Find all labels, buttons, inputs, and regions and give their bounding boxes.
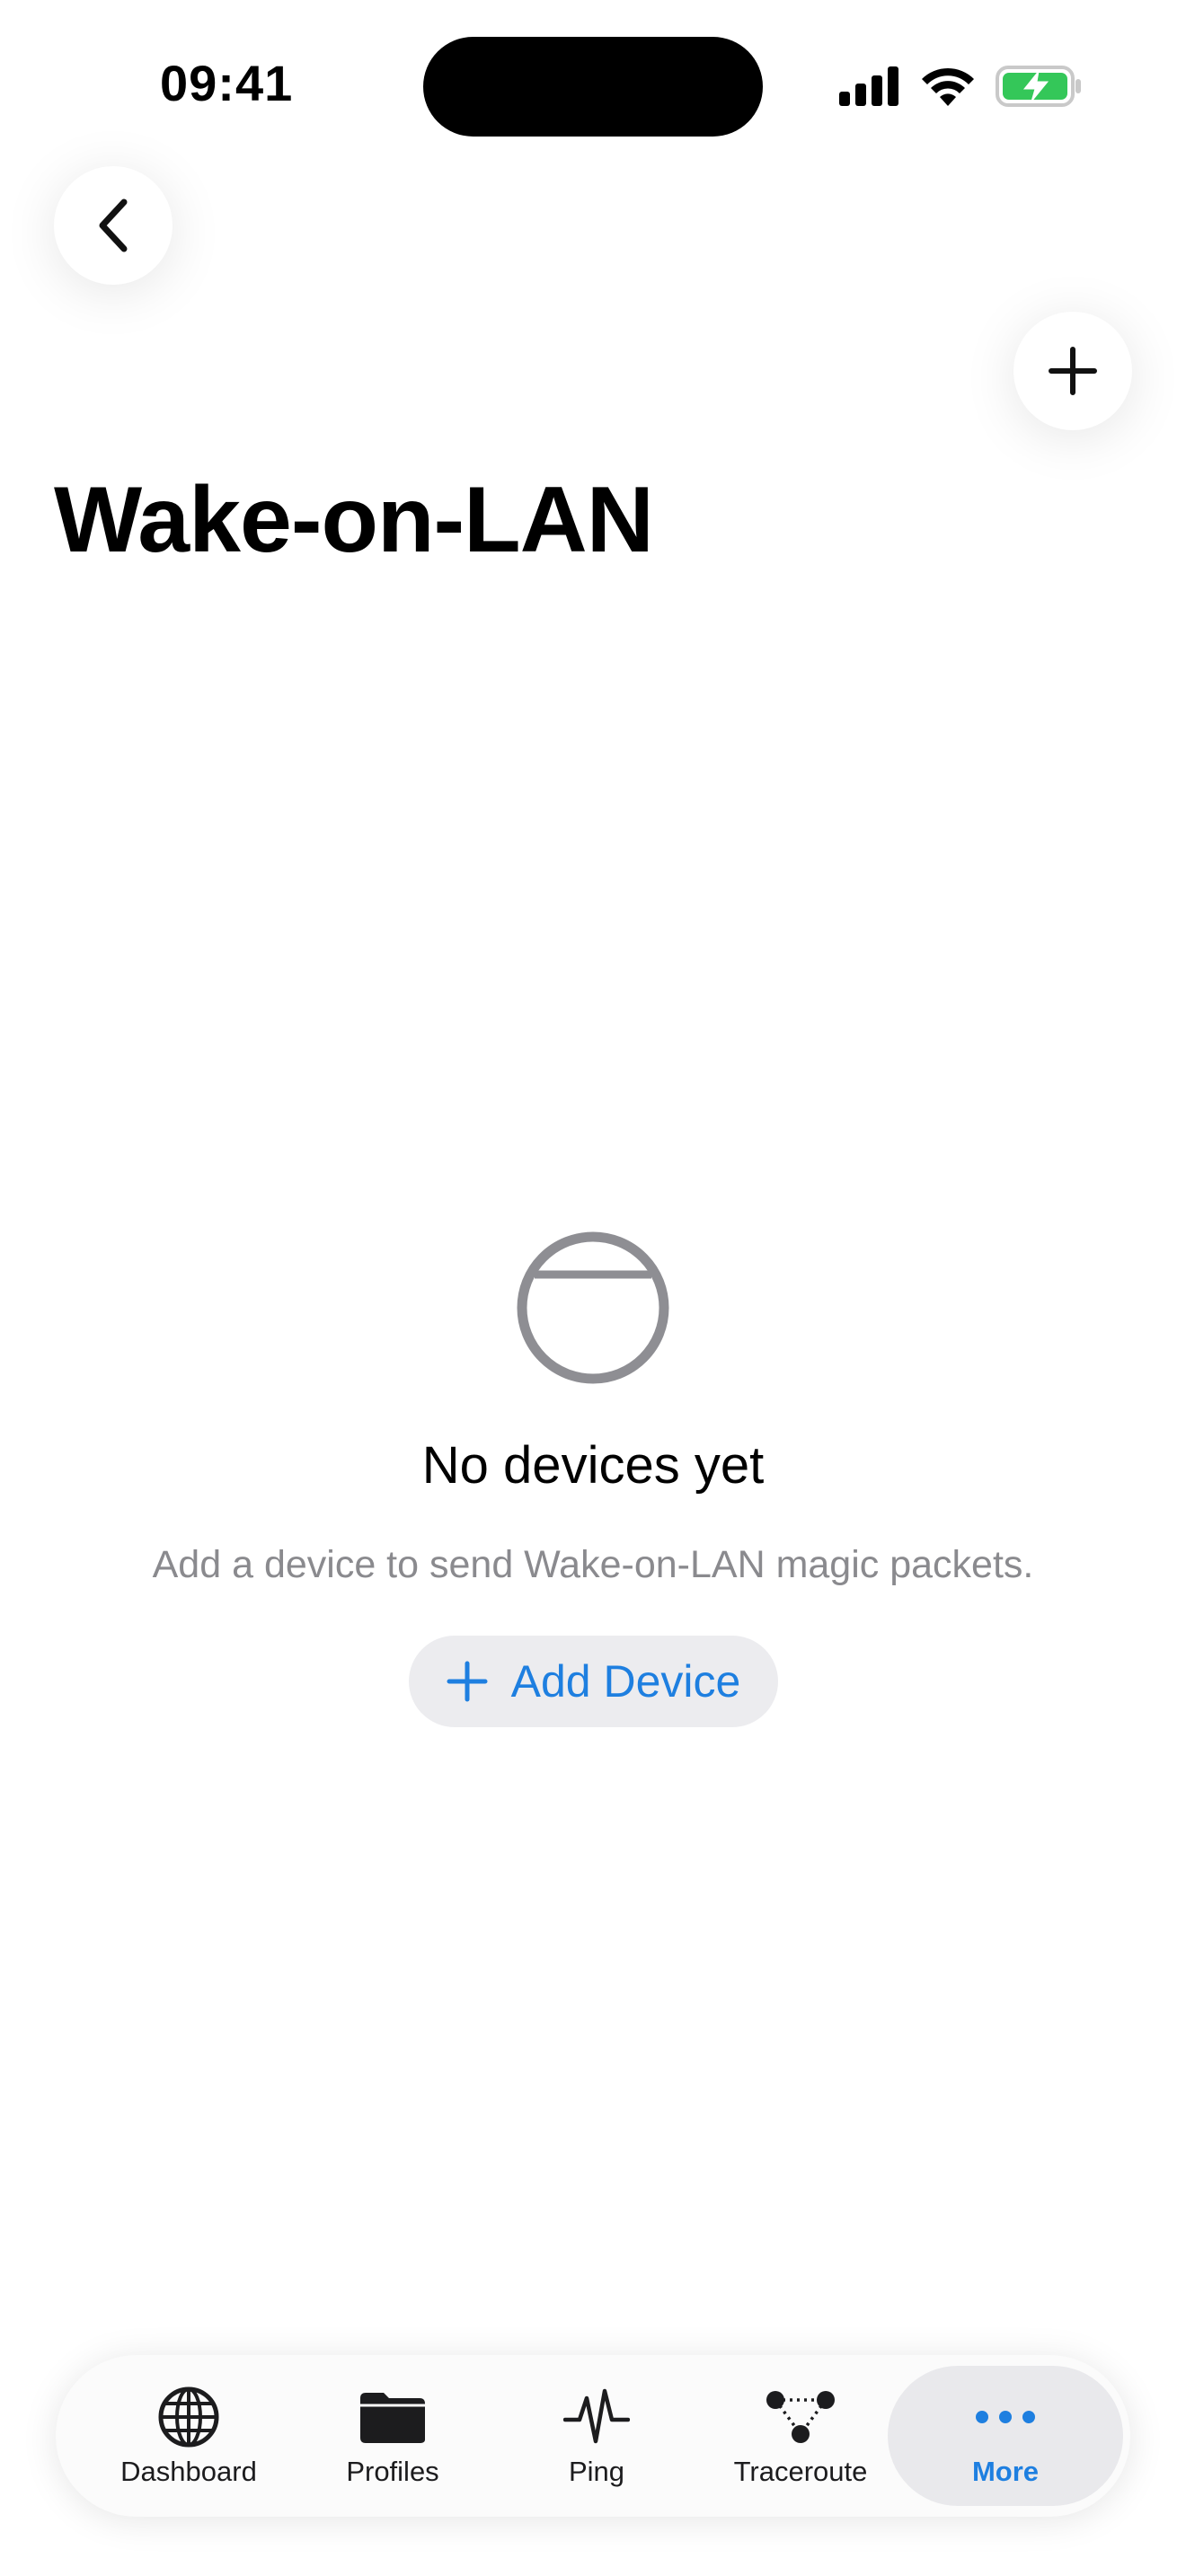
folder-icon	[360, 2393, 425, 2443]
tab-bar: Dashboard Profiles Ping Traceroute More	[56, 2355, 1130, 2517]
tab-label: Ping	[568, 2456, 625, 2487]
tab-label: Dashboard	[120, 2456, 257, 2487]
tab-more[interactable]: More	[888, 2366, 1123, 2506]
plus-icon	[447, 1661, 488, 1702]
chevron-left-icon	[99, 198, 128, 252]
status-icons	[839, 63, 1082, 110]
tab-label: Traceroute	[733, 2456, 868, 2487]
battery-charging-icon	[996, 66, 1081, 107]
add-device-button-label: Add Device	[510, 1656, 741, 1707]
globe-icon	[158, 2386, 219, 2448]
empty-circle-icon	[517, 1231, 669, 1384]
add-device-toolbar-button[interactable]	[1013, 312, 1132, 430]
dynamic-island	[423, 37, 763, 137]
tab-label: Profiles	[346, 2456, 439, 2487]
empty-state-subtitle: Add a device to send Wake-on-LAN magic p…	[152, 1543, 1034, 1586]
network-nodes-icon	[766, 2391, 835, 2443]
back-button[interactable]	[54, 166, 173, 285]
waveform-icon	[563, 2388, 630, 2444]
empty-state-title: No devices yet	[421, 1436, 765, 1495]
tab-ping[interactable]: Ping	[494, 2355, 699, 2517]
tab-label: More	[971, 2456, 1040, 2487]
tab-traceroute[interactable]: Traceroute	[698, 2355, 903, 2517]
cellular-signal-icon	[839, 66, 898, 106]
tab-dashboard[interactable]: Dashboard	[86, 2355, 291, 2517]
wake-on-lan-screen: 09:41 Wake-on-LAN No devices yet Add a d…	[0, 0, 1186, 2576]
status-time: 09:41	[160, 55, 294, 111]
tab-profiles[interactable]: Profiles	[290, 2355, 495, 2517]
ellipsis-icon	[976, 2411, 1035, 2423]
add-device-button[interactable]: Add Device	[409, 1636, 778, 1727]
page-title: Wake-on-LAN	[54, 468, 654, 572]
wifi-icon	[922, 67, 974, 106]
plus-icon	[1049, 347, 1097, 395]
